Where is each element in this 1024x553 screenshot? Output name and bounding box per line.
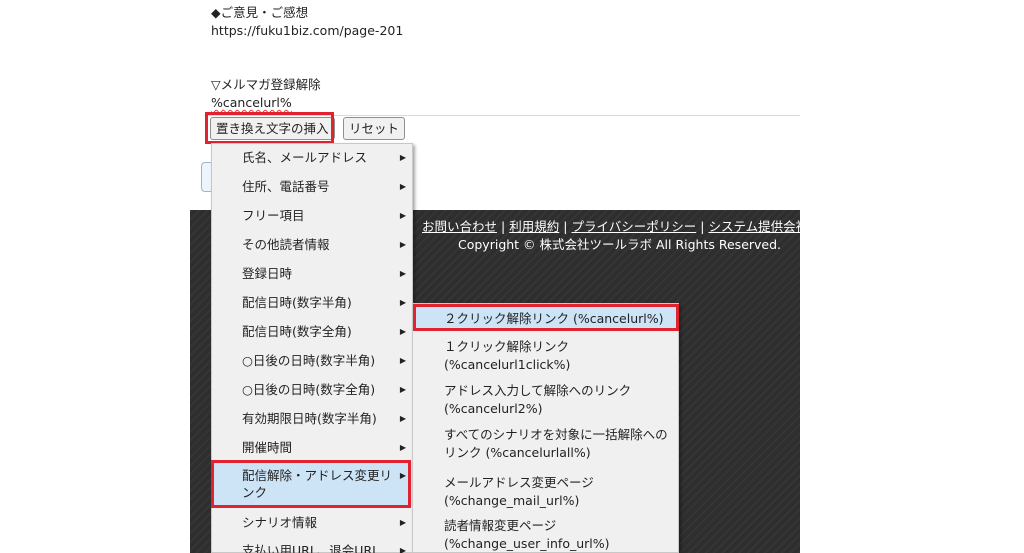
submenu-item-label: メールアドレス変更ページ [444,475,594,490]
menu-item-label: 配信解除・アドレス変更リンク [242,468,393,500]
chevron-right-icon: ▶ [399,443,406,452]
chevron-right-icon: ▶ [399,240,406,249]
menu-item-label: 住所、電話番号 [242,179,330,194]
chevron-right-icon: ▶ [399,327,406,336]
unsubscribe-submenu: ２クリック解除リンク (%cancelurl%) １クリック解除リンク (%can… [412,303,679,553]
footer-link-privacy[interactable]: プライバシーポリシー [571,219,696,234]
menu-item-label: 配信日時(数字全角) [242,324,352,339]
submenu-item-code: (%cancelurl1click%) [444,357,571,372]
submenu-item-label: １クリック解除リンク [444,339,570,354]
menu-item-send-date-half[interactable]: 配信日時(数字半角) ▶ [212,294,412,311]
editor-line-unsubscribe-heading: ▽メルマガ登録解除 [211,77,321,92]
submenu-item-address-input-cancel[interactable]: アドレス入力して解除へのリンク (%cancelurl2%) [413,382,678,418]
footer-link-contact[interactable]: お問い合わせ [422,219,497,234]
chevron-right-icon: ▶ [399,211,406,220]
footer-separator: | [700,219,705,234]
submenu-item-code: リンク (%cancelurlall%) [444,445,591,460]
submenu-item-label: すべてのシナリオを対象に一括解除への [444,427,668,442]
submenu-item-1click-cancel[interactable]: １クリック解除リンク (%cancelurl1click%) [413,338,678,374]
submenu-item-code: (%cancelurl2%) [444,401,543,416]
menu-item-unsubscribe-links[interactable]: 配信解除・アドレス変更リンク ▶ [212,462,412,506]
menu-item-name-email[interactable]: 氏名、メールアドレス ▶ [212,149,412,166]
submenu-item-cancel-all[interactable]: すべてのシナリオを対象に一括解除への リンク (%cancelurlall%) [413,426,678,462]
chevron-right-icon: ▶ [399,385,406,394]
editor-bottom-border [204,115,800,116]
menu-item-label: 開催時間 [242,440,293,455]
chevron-right-icon: ▶ [399,546,406,553]
submenu-item-code: (%change_mail_url%) [444,493,580,508]
chevron-right-icon: ▶ [399,471,406,480]
menu-item-label: 氏名、メールアドレス [242,150,368,165]
menu-item-address-phone[interactable]: 住所、電話番号 ▶ [212,178,412,195]
menu-item-registration-date[interactable]: 登録日時 ▶ [212,265,412,282]
submenu-item-code: (%change_user_info_url%) [444,536,610,551]
menu-item-label: その他読者情報 [242,237,330,252]
chevron-right-icon: ▶ [399,356,406,365]
menu-item-event-time[interactable]: 開催時間 ▶ [212,439,412,456]
chevron-right-icon: ▶ [399,414,406,423]
footer-link-provider[interactable]: システム提供会社 [708,219,800,234]
chevron-right-icon: ▶ [399,269,406,278]
footer-separator: | [501,219,506,234]
chevron-right-icon: ▶ [399,518,406,527]
menu-item-label: 登録日時 [242,266,293,281]
menu-item-label: シナリオ情報 [242,515,318,530]
placeholder-menu: 氏名、メールアドレス ▶ 住所、電話番号 ▶ フリー項目 ▶ その他読者情報 ▶ 登録日… [211,143,413,553]
footer-copyright: Copyright © 株式会社ツールラボ All Rights Reserve… [458,237,782,252]
menu-item-label: フリー項目 [242,208,305,223]
footer-separator: | [563,219,568,234]
menu-item-other-reader-info[interactable]: その他読者情報 ▶ [212,236,412,253]
editor-line-feedback-url: https://fuku1biz.com/page-201 [211,23,404,38]
reset-button[interactable]: リセット [343,117,406,140]
submenu-item-label: ２クリック解除リンク (%cancelurl%) [444,311,664,326]
menu-item-label: ○日後の日時(数字全角) [242,382,376,397]
insert-placeholder-button[interactable]: 置き換え文字の挿入 [210,117,335,140]
footer-link-terms[interactable]: 利用規約 [509,219,559,234]
submenu-item-label: 読者情報変更ページ [444,518,557,533]
submenu-item-change-user-info[interactable]: 読者情報変更ページ (%change_user_info_url%) [413,517,678,553]
chevron-right-icon: ▶ [399,298,406,307]
menu-item-days-later-half[interactable]: ○日後の日時(数字半角) ▶ [212,352,412,369]
menu-item-payment-url[interactable]: 支払い用URL、退会URL ▶ [212,542,412,553]
menu-item-label: ○日後の日時(数字半角) [242,353,376,368]
editor-line-cancelurl: %cancelurl% [211,95,292,110]
menu-item-free-fields[interactable]: フリー項目 ▶ [212,207,412,224]
footer-links: お問い合わせ | 利用規約 | プライバシーポリシー | システム提供会社 [422,219,800,235]
editor-line-feedback-heading: ◆ご意見・ご感想 [211,5,309,20]
menu-item-days-later-full[interactable]: ○日後の日時(数字全角) ▶ [212,381,412,398]
menu-item-label: 配信日時(数字半角) [242,295,352,310]
menu-item-expiry-date-half[interactable]: 有効期限日時(数字半角) ▶ [212,410,412,427]
submenu-item-2click-cancel[interactable]: ２クリック解除リンク (%cancelurl%) [413,307,678,331]
menu-item-label: 支払い用URL、退会URL [242,543,380,553]
menu-item-send-date-full[interactable]: 配信日時(数字全角) ▶ [212,323,412,340]
chevron-right-icon: ▶ [399,153,406,162]
menu-item-label: 有効期限日時(数字半角) [242,411,377,426]
submenu-item-label: アドレス入力して解除へのリンク [444,383,632,398]
chevron-right-icon: ▶ [399,182,406,191]
submenu-item-change-mail[interactable]: メールアドレス変更ページ (%change_mail_url%) [413,474,678,510]
menu-item-scenario-info[interactable]: シナリオ情報 ▶ [212,514,412,531]
